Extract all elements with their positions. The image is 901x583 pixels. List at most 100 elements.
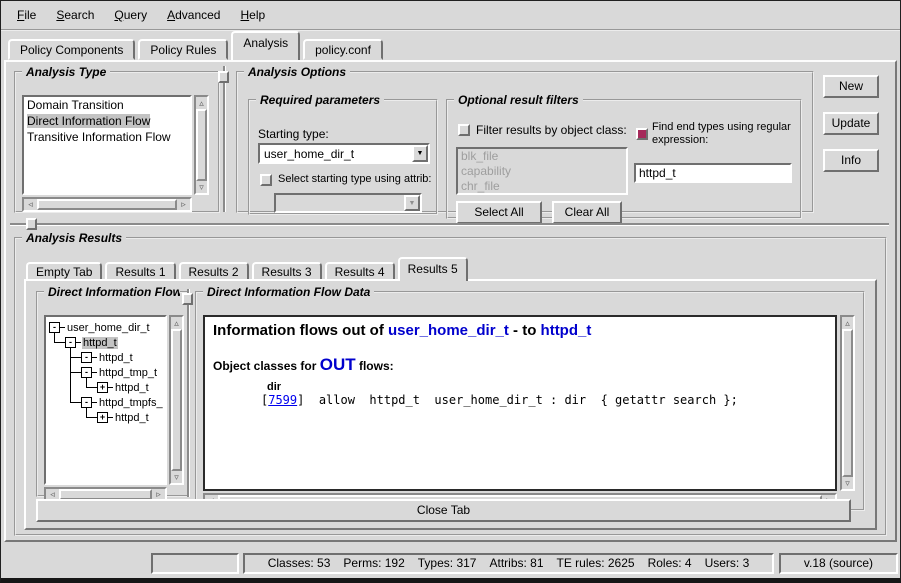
- tab-policy-components[interactable]: Policy Components: [8, 39, 135, 60]
- policy-version: v.18 (source): [779, 553, 898, 574]
- pane-sash-handle[interactable]: [218, 71, 229, 83]
- menu-help[interactable]: Help: [230, 5, 275, 25]
- object-classes-line: Object classes for OUT flows:: [213, 355, 827, 375]
- regex-checkbox-label: Find end types using regular expression:: [652, 121, 798, 147]
- menu-advanced[interactable]: Advanced: [157, 5, 230, 25]
- tree-collapse-icon[interactable]: -: [81, 397, 92, 408]
- analysis-type-title: Analysis Type: [22, 65, 110, 79]
- flow-source-type: user_home_dir_t: [388, 322, 509, 339]
- tree-node-selected[interactable]: - httpd_t: [46, 335, 165, 350]
- tree-node-label[interactable]: httpd_t: [114, 382, 150, 394]
- list-item-selected[interactable]: Direct Information Flow: [24, 113, 190, 129]
- data-vscrollbar[interactable]: ▵ ▿: [840, 315, 855, 491]
- clear-all-button[interactable]: Clear All: [552, 201, 622, 224]
- info-button[interactable]: Info: [823, 149, 879, 172]
- results-tab-bar: Empty Tab Results 1 Results 2 Results 3 …: [26, 257, 471, 281]
- object-class-filter-checkbox[interactable]: [458, 124, 470, 136]
- tree-node[interactable]: - httpd_tmpfs_: [46, 395, 165, 410]
- analysis-type-hscrollbar[interactable]: ◃ ▹: [22, 197, 192, 212]
- scroll-down-icon[interactable]: ▿: [842, 477, 853, 489]
- scroll-up-icon[interactable]: ▵: [196, 97, 207, 109]
- tab-analysis[interactable]: Analysis: [231, 31, 300, 60]
- tree-node[interactable]: - httpd_tmp_t: [46, 365, 165, 380]
- tree-vscrollbar[interactable]: ▵ ▿: [169, 315, 184, 485]
- object-class-listbox-disabled: blk_file capability chr_file: [456, 147, 628, 195]
- regex-input[interactable]: [634, 163, 792, 183]
- select-all-button[interactable]: Select All: [456, 201, 542, 224]
- attrib-checkbox[interactable]: [260, 174, 272, 186]
- starting-type-value: user_home_dir_t: [260, 145, 412, 162]
- object-class-item: blk_file: [458, 149, 626, 164]
- pane-sash-horizontal[interactable]: [10, 223, 889, 225]
- scroll-down-icon[interactable]: ▿: [196, 181, 207, 193]
- flow-header: Information flows out of user_home_dir_t…: [213, 322, 827, 339]
- object-class-filter-label: Filter results by object class:: [476, 123, 627, 137]
- tree-collapse-icon[interactable]: -: [81, 352, 92, 363]
- object-class-item: chr_file: [458, 179, 626, 194]
- scroll-thumb[interactable]: [842, 329, 853, 477]
- tree-node[interactable]: - user_home_dir_t: [46, 320, 165, 335]
- object-class-name: dir: [267, 381, 827, 393]
- tree-node-label[interactable]: httpd_t: [82, 337, 118, 349]
- list-item[interactable]: Transitive Information Flow: [24, 129, 190, 145]
- tab-policy-conf[interactable]: policy.conf: [303, 39, 383, 60]
- combo-arrow-icon[interactable]: ▼: [412, 145, 428, 162]
- action-button-column: New Update Info: [823, 75, 879, 186]
- starting-type-label: Starting type:: [258, 127, 329, 141]
- analysis-type-listbox[interactable]: Domain Transition Direct Information Flo…: [22, 95, 192, 195]
- regex-checkbox[interactable]: [636, 128, 648, 140]
- menu-query[interactable]: Query: [104, 5, 157, 25]
- tree-collapse-icon[interactable]: -: [49, 322, 60, 333]
- scroll-up-icon[interactable]: ▵: [842, 317, 853, 329]
- stat-types: Types: 317: [418, 555, 477, 572]
- pane-sash-handle[interactable]: [26, 218, 37, 230]
- results-sash-vertical[interactable]: [187, 289, 189, 497]
- stat-attribs: Attribs: 81: [489, 555, 543, 572]
- new-button[interactable]: New: [823, 75, 879, 98]
- menu-search[interactable]: Search: [46, 5, 104, 25]
- status-message-box: [151, 553, 239, 574]
- update-button[interactable]: Update: [823, 112, 879, 135]
- object-class-item: capability: [458, 164, 626, 179]
- flow-data-title: Direct Information Flow Data: [203, 285, 374, 299]
- tree-node-label[interactable]: httpd_t: [98, 352, 134, 364]
- analysis-type-vscrollbar[interactable]: ▵ ▿: [194, 95, 209, 195]
- optional-filters-frame: Optional result filters Filter results b…: [446, 93, 802, 219]
- scroll-right-icon[interactable]: ▹: [177, 199, 190, 210]
- analysis-page: Analysis Type Domain Transition Direct I…: [4, 60, 897, 542]
- results-sash-handle[interactable]: [182, 293, 193, 305]
- tree-node-label[interactable]: httpd_t: [114, 412, 150, 424]
- pane-sash-vertical[interactable]: [223, 66, 225, 212]
- tree-expand-icon[interactable]: +: [97, 412, 108, 423]
- flow-tree[interactable]: - user_home_dir_t - httpd_t - httpd_t: [44, 315, 167, 485]
- scroll-thumb[interactable]: [171, 329, 182, 471]
- starting-type-combobox[interactable]: user_home_dir_t ▼: [258, 143, 430, 164]
- object-class-checkbox-row: Filter results by object class:: [458, 123, 627, 137]
- scroll-up-icon[interactable]: ▵: [171, 317, 182, 329]
- tree-expand-icon[interactable]: +: [97, 382, 108, 393]
- optional-filters-title: Optional result filters: [454, 93, 583, 107]
- tree-node[interactable]: + httpd_t: [46, 410, 165, 425]
- tree-collapse-icon[interactable]: -: [65, 337, 76, 348]
- scroll-down-icon[interactable]: ▿: [171, 471, 182, 483]
- tree-node-label[interactable]: httpd_tmp_t: [98, 367, 158, 379]
- tab-results-5[interactable]: Results 5: [398, 257, 468, 281]
- flow-data-text[interactable]: Information flows out of user_home_dir_t…: [203, 315, 837, 491]
- combo-arrow-icon: ▼: [404, 195, 420, 211]
- scroll-left-icon[interactable]: ◃: [24, 199, 37, 210]
- results-page: Direct Information Flow T - user_home_di…: [24, 279, 877, 530]
- scroll-thumb[interactable]: [196, 109, 207, 181]
- tab-policy-rules[interactable]: Policy Rules: [138, 39, 228, 60]
- list-item[interactable]: Domain Transition: [24, 97, 190, 113]
- tree-node-label[interactable]: httpd_tmpfs_: [98, 397, 164, 409]
- scroll-thumb[interactable]: [37, 199, 177, 210]
- tree-node-label[interactable]: user_home_dir_t: [66, 322, 151, 334]
- menu-file[interactable]: File: [7, 5, 46, 25]
- tree-node[interactable]: + httpd_t: [46, 380, 165, 395]
- stat-users: Users: 3: [705, 555, 750, 572]
- rule-number-link[interactable]: 7599: [268, 393, 297, 407]
- close-tab-button[interactable]: Close Tab: [36, 499, 851, 522]
- tree-node[interactable]: - httpd_t: [46, 350, 165, 365]
- tree-collapse-icon[interactable]: -: [81, 367, 92, 378]
- stat-perms: Perms: 192: [343, 555, 404, 572]
